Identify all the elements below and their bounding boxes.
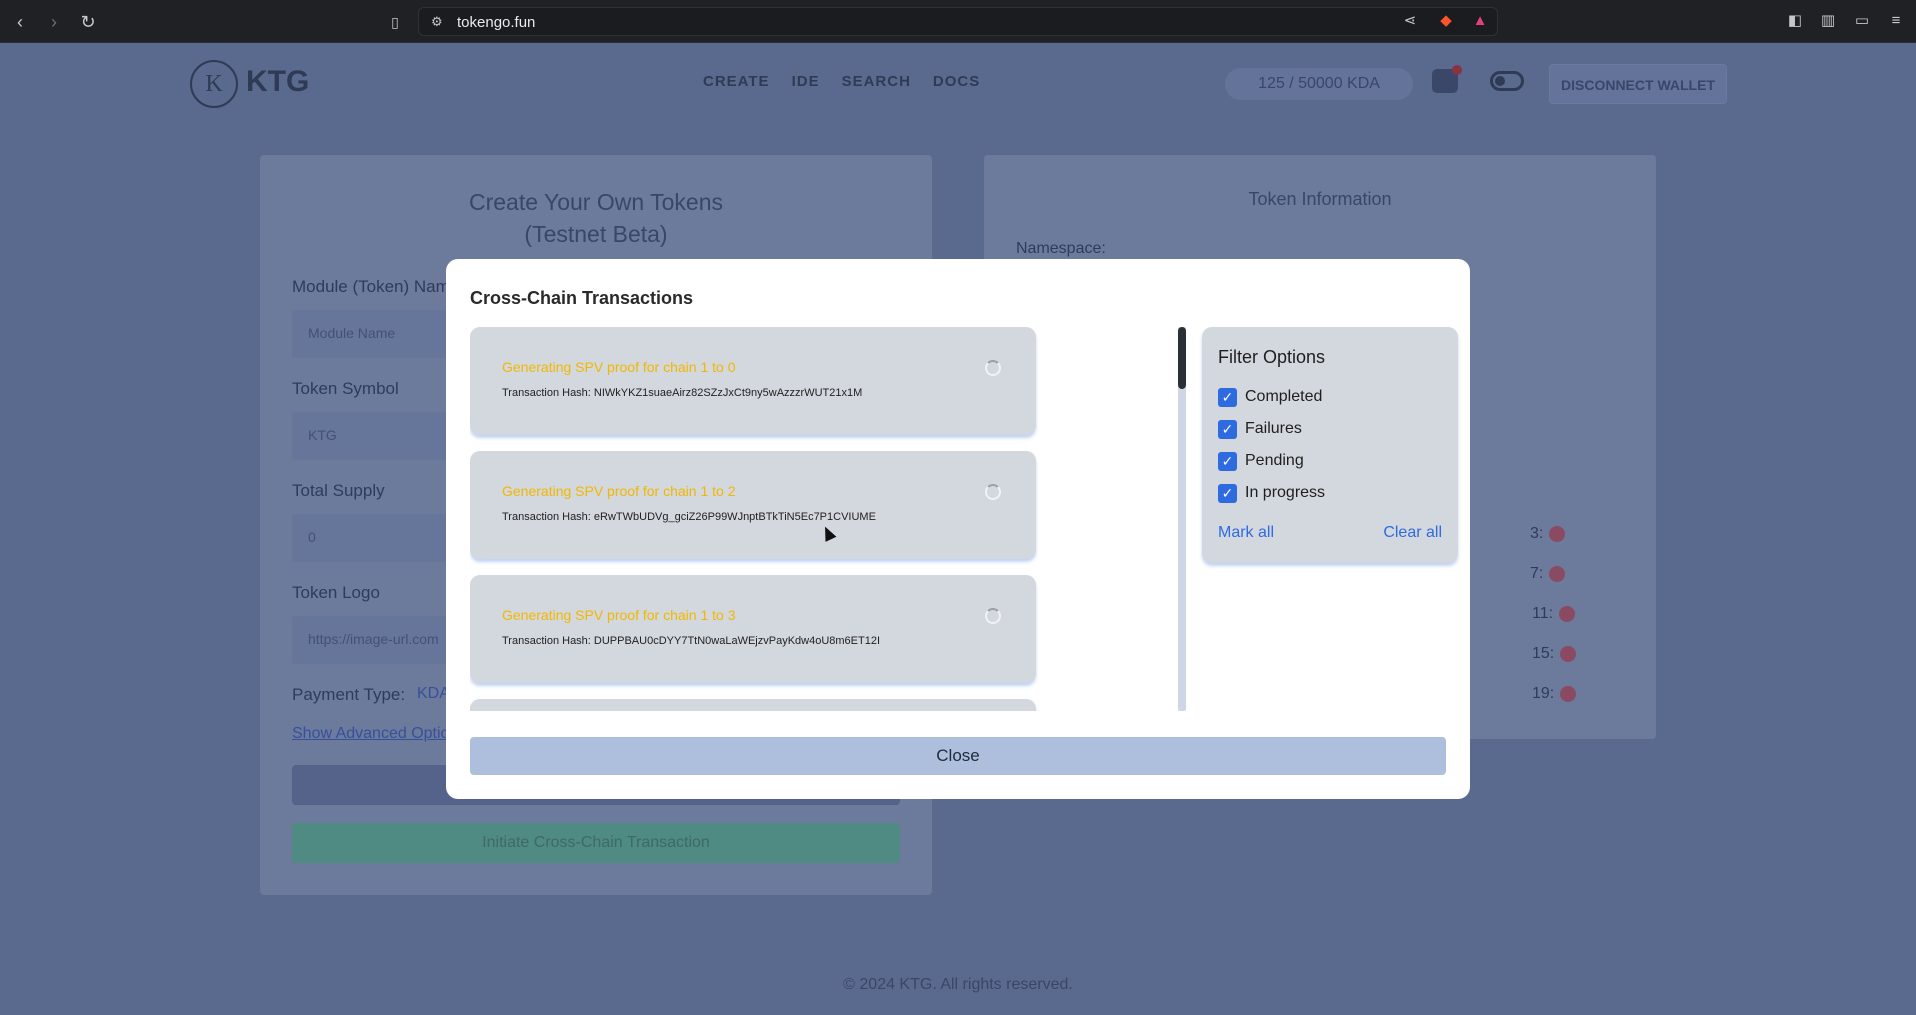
nav-search[interactable]: SEARCH — [842, 73, 911, 90]
url-text: tokengo.fun — [457, 14, 536, 31]
transaction-list[interactable]: Generating SPV proof for chain 1 to 0 Tr… — [470, 327, 1216, 711]
transaction-status: Generating SPV proof for chain 1 to 0 — [502, 359, 736, 375]
disconnect-wallet-button[interactable]: DISCONNECT WALLET — [1549, 64, 1727, 104]
checkbox-checked-icon[interactable]: ✓ — [1218, 451, 1237, 471]
loading-spinner-icon — [985, 360, 1001, 376]
logo-label: Token Logo — [292, 583, 380, 602]
logo-icon[interactable]: K — [190, 60, 238, 108]
status-dot — [1560, 645, 1577, 662]
filter-in-progress[interactable]: ✓ In progress — [1218, 482, 1325, 504]
filter-label: Completed — [1245, 388, 1323, 405]
address-bar[interactable]: ⚙ tokengo.fun — [418, 7, 1498, 36]
browser-toolbar: ‹ › ↻ ▯ ⚙ tokengo.fun ⋖ ◆ ▲ ◧ ▥ ▭ ≡ — [0, 0, 1916, 43]
notification-dot — [1452, 65, 1462, 75]
symbol-label: Token Symbol — [292, 379, 399, 398]
filter-failures[interactable]: ✓ Failures — [1218, 418, 1302, 440]
extensions-icon[interactable]: ◧ — [1785, 11, 1805, 31]
filter-pending[interactable]: ✓ Pending — [1218, 450, 1304, 472]
module-placeholder: Module Name — [308, 325, 396, 341]
mark-all-link[interactable]: Mark all — [1218, 524, 1274, 542]
scrollbar-thumb[interactable] — [1178, 327, 1186, 389]
status-dot — [1560, 685, 1577, 702]
nav-create[interactable]: CREATE — [703, 73, 770, 90]
transaction-card: Generating SPV proof for chain 1 to 2 Tr… — [470, 451, 1036, 559]
cross-chain-modal: Cross-Chain Transactions Generating SPV … — [446, 259, 1470, 799]
balance-badge: 125 / 50000 KDA — [1225, 68, 1413, 100]
chain-label: 3: — [1530, 525, 1544, 542]
logo-text[interactable]: KTG — [246, 65, 309, 99]
app-header: K KTG CREATE IDE SEARCH DOCS 125 / 50000… — [0, 43, 1916, 123]
transaction-hash: Transaction Hash: NIWkYKZ1suaeAirz82SZzJ… — [502, 387, 863, 399]
filter-completed[interactable]: ✓ Completed — [1218, 386, 1322, 408]
share-icon[interactable]: ⋖ — [1400, 11, 1420, 31]
create-title-line2: (Testnet Beta) — [524, 221, 668, 247]
modal-title: Cross-Chain Transactions — [470, 288, 694, 308]
chain-status-7: 7: — [1530, 565, 1566, 583]
menu-icon[interactable]: ≡ — [1886, 11, 1906, 31]
symbol-value: KTG — [308, 427, 337, 443]
filter-label: In progress — [1245, 484, 1326, 501]
transaction-list-scrollbar[interactable] — [1178, 327, 1186, 711]
sidebar-icon[interactable]: ▥ — [1818, 11, 1838, 31]
checkbox-checked-icon[interactable]: ✓ — [1218, 483, 1237, 503]
chain-status-11: 11: — [1532, 605, 1576, 623]
chain-status-3: 3: — [1530, 525, 1566, 543]
checkbox-checked-icon[interactable]: ✓ — [1218, 387, 1237, 407]
chain-label: 19: — [1532, 685, 1555, 702]
filter-label: Pending — [1245, 452, 1304, 469]
advanced-options-link[interactable]: Show Advanced Options — [292, 725, 466, 743]
chain-status-19: 19: — [1532, 685, 1577, 703]
nav-ide[interactable]: IDE — [792, 73, 820, 90]
status-dot — [1559, 605, 1576, 622]
wallet-icon[interactable]: ▭ — [1852, 11, 1872, 31]
transaction-card: Generating SPV proof for chain 1 to 0 Tr… — [470, 327, 1036, 435]
theme-toggle[interactable] — [1490, 71, 1524, 91]
transaction-hash: Transaction Hash: DUPPBAU0cDYY7TtN0waLaW… — [502, 635, 881, 647]
top-nav: CREATE IDE SEARCH DOCS — [703, 73, 980, 90]
initiate-cross-chain-button[interactable]: Initiate Cross-Chain Transaction — [292, 823, 900, 863]
logo-url-placeholder: https://image-url.com — [308, 631, 439, 647]
filter-title: Filter Options — [1218, 347, 1326, 367]
reload-icon[interactable]: ↻ — [76, 10, 100, 34]
create-title-line1: Create Your Own Tokens — [468, 189, 723, 215]
status-dot — [1549, 565, 1566, 582]
close-button[interactable]: Close — [470, 737, 1446, 775]
transaction-status: Generating SPV proof for chain 1 to 2 — [502, 483, 736, 499]
status-dot — [1549, 525, 1566, 542]
token-info-title: Token Information — [1248, 189, 1392, 209]
clear-all-link[interactable]: Clear all — [1383, 524, 1442, 542]
loading-spinner-icon — [985, 608, 1001, 624]
module-label: Module (Token) Name — [292, 277, 460, 296]
transaction-hash: Transaction Hash: eRwTWbUDVg_gciZ26P99WJ… — [502, 511, 876, 523]
transaction-status: Generating SPV proof for chain 1 to 3 — [502, 607, 736, 623]
filter-panel: Filter Options ✓ Completed ✓ Failures ✓ … — [1202, 327, 1458, 563]
supply-label: Total Supply — [292, 481, 385, 500]
transaction-card-partial — [470, 699, 1036, 711]
chain-label: 7: — [1530, 565, 1544, 582]
checkbox-checked-icon[interactable]: ✓ — [1218, 419, 1237, 439]
chain-label: 15: — [1532, 645, 1555, 662]
chain-label: 11: — [1532, 605, 1554, 622]
supply-value: 0 — [308, 529, 316, 545]
chain-status-15: 15: — [1532, 645, 1577, 663]
site-settings-icon[interactable]: ⚙ — [431, 14, 447, 30]
brave-shield-icon[interactable]: ◆ — [1436, 11, 1456, 31]
payment-label: Payment Type: — [292, 685, 406, 704]
brave-rewards-icon[interactable]: ▲ — [1470, 11, 1490, 31]
namespace-label: Namespace: — [1016, 240, 1106, 257]
back-icon[interactable]: ‹ — [8, 10, 32, 34]
transaction-card: Generating SPV proof for chain 1 to 3 Tr… — [470, 575, 1036, 683]
bookmark-icon[interactable]: ▯ — [383, 10, 407, 34]
forward-icon[interactable]: › — [42, 10, 66, 34]
payment-value[interactable]: KDA — [417, 685, 450, 703]
loading-spinner-icon — [985, 484, 1001, 500]
footer: © 2024 KTG. All rights reserved. — [843, 976, 1073, 993]
filter-label: Failures — [1245, 420, 1302, 437]
nav-docs[interactable]: DOCS — [933, 73, 980, 90]
